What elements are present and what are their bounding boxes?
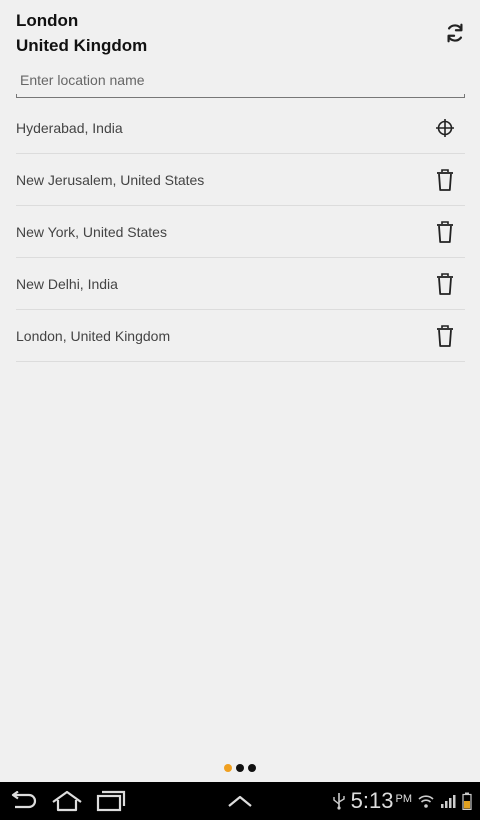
current-city: London — [16, 11, 79, 30]
list-item-label: New Delhi, India — [16, 275, 118, 292]
battery-icon — [462, 792, 472, 810]
page-dot[interactable] — [236, 764, 244, 772]
recent-apps-icon — [96, 790, 126, 812]
trash-icon — [437, 168, 453, 191]
page-indicator — [0, 764, 480, 776]
recent-apps-button[interactable] — [96, 788, 126, 814]
crosshair-icon — [436, 118, 454, 137]
wifi-icon — [418, 795, 434, 808]
back-icon — [11, 791, 37, 809]
home-icon — [52, 790, 82, 812]
refresh-button[interactable] — [440, 18, 470, 48]
list-item-label: Hyderabad, India — [16, 119, 123, 136]
trash-icon — [437, 272, 453, 295]
list-item[interactable]: London, United Kingdom — [16, 310, 465, 362]
clock-time: 5:13 — [350, 788, 394, 813]
header: London United Kingdom — [0, 0, 480, 62]
delete-button[interactable] — [433, 220, 457, 244]
locate-button[interactable] — [433, 116, 457, 140]
current-country: United Kingdom — [16, 36, 148, 55]
delete-button[interactable] — [433, 324, 457, 348]
list-item[interactable]: New Delhi, India — [16, 258, 465, 310]
page-dot-active[interactable] — [224, 764, 232, 772]
usb-icon — [332, 793, 345, 810]
list-item[interactable]: New York, United States — [16, 206, 465, 258]
refresh-icon — [447, 23, 463, 43]
page-dot[interactable] — [248, 764, 256, 772]
home-button[interactable] — [50, 788, 84, 814]
location-search-input[interactable] — [16, 64, 465, 96]
list-item-label: London, United Kingdom — [16, 327, 171, 344]
back-button[interactable] — [8, 788, 38, 814]
clock-ampm: PM — [395, 793, 413, 805]
up-chevron-icon — [228, 795, 252, 807]
delete-button[interactable] — [433, 168, 457, 192]
trash-icon — [437, 220, 453, 243]
app-menu-button[interactable] — [226, 788, 254, 814]
search-field — [16, 64, 465, 100]
signal-icon — [441, 795, 456, 808]
search-underline — [16, 94, 465, 98]
list-item-label: New Jerusalem, United States — [16, 171, 205, 188]
app-screen: London United Kingdom Hyderabad, India — [0, 0, 480, 820]
list-item-label: New York, United States — [16, 223, 167, 240]
trash-icon — [437, 324, 453, 347]
system-navigation-bar: 5:13 PM — [0, 782, 480, 820]
list-item[interactable]: New Jerusalem, United States — [16, 154, 465, 206]
list-item[interactable]: Hyderabad, India — [16, 102, 465, 154]
delete-button[interactable] — [433, 272, 457, 296]
location-list: Hyderabad, India New Jerusalem, United S… — [16, 102, 465, 362]
status-area: 5:13 PM — [332, 782, 472, 820]
